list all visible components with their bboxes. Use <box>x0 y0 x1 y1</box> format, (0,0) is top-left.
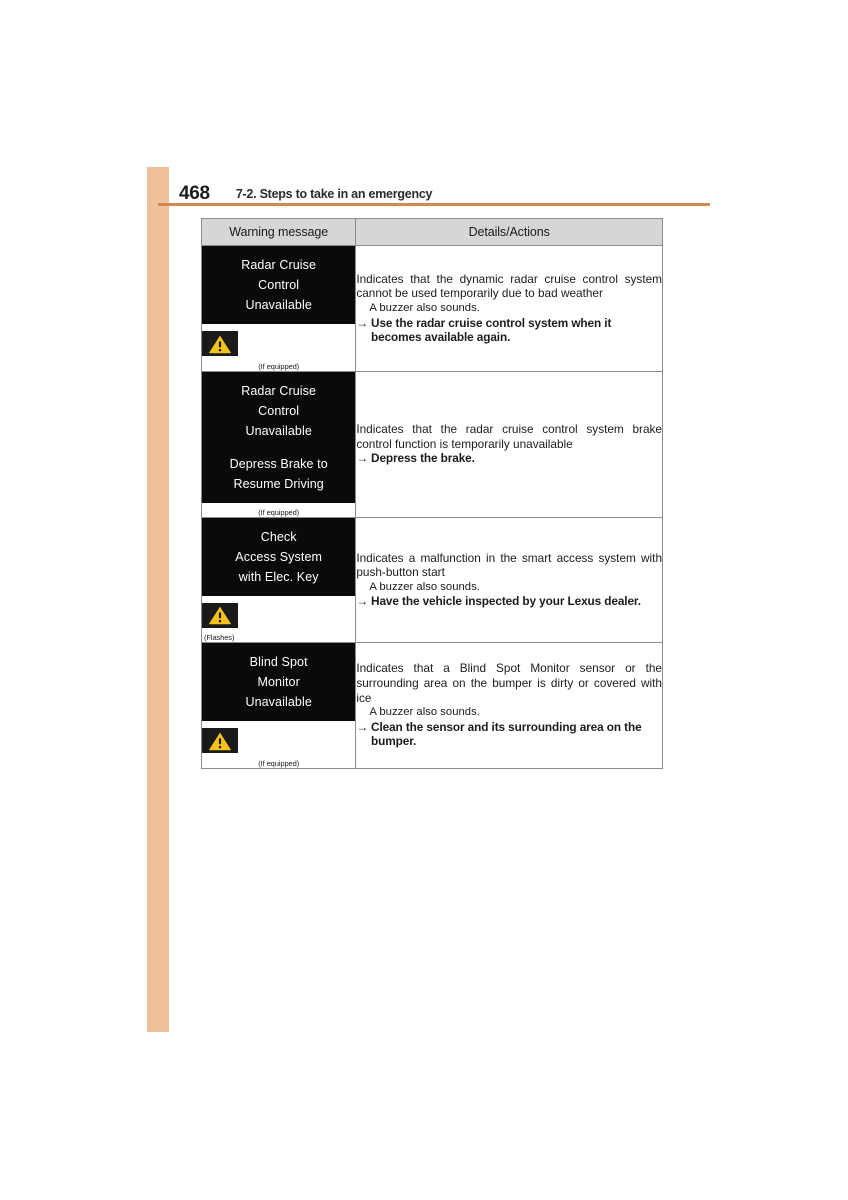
icon-row <box>202 602 355 631</box>
warning-triangle-icon <box>202 728 238 753</box>
warning-message-cell: Radar Cruise Control Unavailable (If equ… <box>200 245 357 372</box>
details-actions-cell: Indicates that the radar cruise control … <box>355 370 663 518</box>
details-indicates-text: Indicates that the radar cruise control … <box>356 422 662 451</box>
display-line: Resume Driving <box>233 476 324 491</box>
warning-message-cell: Radar Cruise Control Unavailable Depress… <box>200 370 357 518</box>
display-line: Radar Cruise <box>241 383 317 398</box>
details-action-line: Depress the brake. <box>371 451 475 466</box>
display-line: Unavailable <box>245 423 312 438</box>
warning-message-cell: Check Access System with Elec. Key (Flas… <box>200 516 357 643</box>
page-header: 468 7-2. Steps to take in an emergency <box>169 176 710 204</box>
details-action-line: Use the radar cruise control system when… <box>371 315 612 330</box>
details-action-text: Have the vehicle inspected by your Lexus… <box>371 594 662 609</box>
details-action-text: Depress the brake. <box>371 451 662 466</box>
warning-message-cell: Blind Spot Monitor Unavailable (If equip… <box>200 642 357 769</box>
page-number: 468 <box>179 183 210 204</box>
display-line: Control <box>258 278 300 292</box>
details-indicates-text: Indicates that the dynamic radar cruise … <box>356 271 662 301</box>
arrow-icon: → <box>356 719 369 734</box>
message-caption: (If equipped) <box>258 361 300 371</box>
display-line: Depress Brake to <box>229 456 328 471</box>
table-header-row: Warning message Details/Actions <box>200 218 663 246</box>
display-line: Unavailable <box>245 298 312 312</box>
instrument-display-panel: Radar Cruise Control Unavailable <box>202 246 356 324</box>
warning-message-table: Warning message Details/Actions Radar Cr… <box>200 218 663 769</box>
details-action: → Depress the brake. <box>356 451 662 466</box>
instrument-display-panel: Radar Cruise Control Unavailable Depress… <box>202 371 356 503</box>
details-actions-cell: Indicates that a Blind Spot Monitor sens… <box>355 642 663 769</box>
table-row: Radar Cruise Control Unavailable Depress… <box>200 370 663 518</box>
details-action: → Have the vehicle inspected by your Lex… <box>356 594 662 609</box>
details-indicates-text: Indicates a malfunction in the smart acc… <box>356 550 662 580</box>
display-blank-line <box>206 441 351 454</box>
details-indicates-text: Indicates that a Blind Spot Monitor sens… <box>356 661 662 705</box>
message-caption: (If equipped) <box>258 758 300 768</box>
table-row: Check Access System with Elec. Key (Flas… <box>200 516 663 643</box>
icon-row <box>202 331 355 359</box>
details-actions-cell: Indicates that the dynamic radar cruise … <box>355 245 663 372</box>
details-buzzer-text: A buzzer also sounds. <box>369 580 480 593</box>
details-action-line: Have the vehicle inspected by your Lexus… <box>371 594 641 609</box>
details-buzzer-text: A buzzer also sounds. <box>369 301 480 314</box>
page-edge-tab <box>147 167 169 1032</box>
warning-triangle-glyph <box>209 606 231 625</box>
warning-triangle-glyph <box>209 335 231 353</box>
section-title: 7-2. Steps to take in an emergency <box>235 187 433 201</box>
table-row: Blind Spot Monitor Unavailable (If equip… <box>200 642 663 769</box>
icon-row <box>202 728 355 756</box>
details-action-line-cont: bumper. <box>371 734 417 749</box>
warning-triangle-icon <box>202 331 238 356</box>
display-line: with Elec. Key <box>238 569 319 584</box>
details-action: → Clean the sensor and its surrounding a… <box>356 720 662 749</box>
warning-triangle-glyph <box>209 732 231 750</box>
column-header-details-actions: Details/Actions <box>355 218 663 246</box>
details-action-text: Clean the sensor and its surrounding are… <box>371 720 662 749</box>
display-line: Access System <box>235 549 323 564</box>
message-caption: (If equipped) <box>258 507 300 517</box>
details-action-line: Clean the sensor and its surrounding are… <box>371 719 642 734</box>
arrow-icon: → <box>356 451 369 466</box>
display-line: Radar Cruise <box>241 258 317 272</box>
warning-triangle-icon <box>202 602 238 628</box>
message-caption: (Flashes) <box>204 633 235 642</box>
details-action-text: Use the radar cruise control system when… <box>371 316 662 345</box>
column-header-warning-message: Warning message <box>200 218 357 246</box>
table-row: Radar Cruise Control Unavailable (If equ… <box>200 245 663 372</box>
instrument-display-panel: Check Access System with Elec. Key <box>202 517 356 596</box>
display-line: Control <box>258 403 300 418</box>
details-action: → Use the radar cruise control system wh… <box>356 316 662 345</box>
details-actions-cell: Indicates a malfunction in the smart acc… <box>355 516 663 643</box>
header-rule <box>158 203 710 206</box>
details-buzzer-text: A buzzer also sounds. <box>369 706 480 719</box>
display-line: Unavailable <box>245 695 312 709</box>
details-action-line-cont: becomes available again. <box>371 330 511 345</box>
instrument-display-panel: Blind Spot Monitor Unavailable <box>202 643 356 721</box>
arrow-icon: → <box>356 594 369 609</box>
display-line: Check <box>260 529 297 544</box>
arrow-icon: → <box>356 315 369 330</box>
display-line: Monitor <box>257 675 300 689</box>
display-line: Blind Spot <box>249 655 308 669</box>
